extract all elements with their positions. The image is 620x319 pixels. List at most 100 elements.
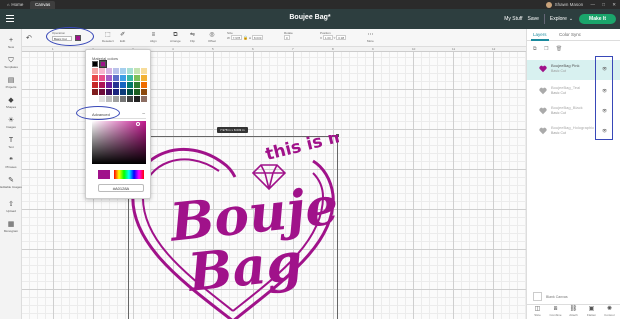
color-swatch[interactable] <box>99 68 105 74</box>
picker-cursor[interactable] <box>136 122 140 126</box>
color-swatch[interactable] <box>134 68 140 74</box>
tool-phrases[interactable]: ❝ Phrases <box>0 157 22 169</box>
chevron-down-icon[interactable]: ⌄ <box>569 16 573 22</box>
y-input[interactable]: 0.98 <box>336 35 347 40</box>
tool-shapes[interactable]: ◆ Shapes <box>0 97 22 109</box>
color-swatch[interactable] <box>92 96 98 102</box>
width-input[interactable]: 7.978 <box>230 35 243 40</box>
color-swatch[interactable] <box>134 82 140 88</box>
color-swatch-selected[interactable] <box>99 60 108 68</box>
color-swatch[interactable] <box>99 75 105 81</box>
explore-link[interactable]: Explore <box>550 16 567 22</box>
color-swatch[interactable] <box>127 89 133 95</box>
avatar[interactable] <box>545 1 552 8</box>
tab-layers[interactable]: Layers <box>533 32 547 37</box>
group-icon[interactable]: ⧉ <box>533 46 537 52</box>
color-swatch[interactable] <box>120 96 126 102</box>
minimize-icon[interactable]: — <box>590 2 595 7</box>
color-swatch[interactable] <box>113 75 119 81</box>
duplicate-icon[interactable]: ❐ <box>544 46 548 52</box>
tool-editable-images[interactable]: ✎ Editable Images <box>0 177 22 189</box>
tool-images[interactable]: ☀ Images <box>0 117 22 129</box>
color-swatch-black[interactable] <box>92 61 98 67</box>
boujee-bag-design[interactable]: this is my Boujee Bag <box>127 135 339 319</box>
flatten-button[interactable]: ▣ Flatten <box>584 306 599 317</box>
arrange-button[interactable]: ⧉ Arrange <box>170 31 181 43</box>
color-swatch[interactable] <box>120 75 126 81</box>
x-input[interactable]: 1.00 <box>322 35 333 40</box>
undo-icon[interactable]: ↶ <box>26 34 32 42</box>
color-swatch[interactable] <box>134 96 140 102</box>
color-swatch[interactable] <box>92 68 98 74</box>
rotate-input[interactable]: 0 <box>284 35 290 40</box>
attach-button[interactable]: ⛓ Attach <box>566 306 581 317</box>
align-button[interactable]: ≡ Align <box>150 31 157 43</box>
tab-color-sync[interactable]: Color Sync <box>559 32 581 37</box>
trash-icon[interactable]: 🗑 <box>556 46 562 52</box>
color-swatch[interactable] <box>134 75 140 81</box>
ruler-tick: 11 <box>452 47 456 51</box>
hex-input[interactable]: #A0128A <box>98 184 144 192</box>
color-swatch[interactable] <box>141 89 147 95</box>
contour-button[interactable]: ✺ Contour <box>602 306 617 317</box>
shapes-icon: ◆ <box>8 97 14 104</box>
color-swatch[interactable] <box>113 82 119 88</box>
flip-button[interactable]: ⇋ Flip <box>190 31 195 43</box>
blank-canvas-swatch[interactable] <box>533 292 542 301</box>
offset-button[interactable]: ◎ Offset <box>208 31 216 43</box>
collapse-icon[interactable]: – <box>142 111 145 117</box>
color-swatch[interactable] <box>141 75 147 81</box>
ruler-tick: 7 <box>292 47 294 51</box>
color-swatch[interactable] <box>106 68 112 74</box>
tool-templates[interactable]: ⛉ Templates <box>0 57 22 69</box>
color-swatch[interactable] <box>127 68 133 74</box>
combine-button[interactable]: ⧈ Combine <box>548 306 563 317</box>
tool-upload[interactable]: ⇧ Upload <box>0 201 22 213</box>
color-swatch[interactable] <box>113 68 119 74</box>
lightbulb-icon: ☀ <box>7 117 15 124</box>
saturation-picker[interactable] <box>92 121 146 164</box>
color-swatch[interactable] <box>106 82 112 88</box>
color-swatch[interactable] <box>134 89 140 95</box>
color-swatch[interactable] <box>120 89 126 95</box>
hue-slider[interactable] <box>114 170 144 179</box>
make-it-button[interactable]: Make It <box>579 14 616 24</box>
slice-button[interactable]: ◫ Slice <box>530 306 545 317</box>
color-swatch[interactable] <box>92 89 98 95</box>
tool-projects[interactable]: ▤ Projects <box>0 77 22 89</box>
color-swatch[interactable] <box>106 96 112 102</box>
tab-canvas[interactable]: Canvas <box>30 1 56 9</box>
tool-text[interactable]: T Text <box>0 137 22 149</box>
close-icon[interactable]: ✕ <box>612 2 616 7</box>
color-swatch[interactable] <box>141 96 147 102</box>
color-swatch[interactable] <box>106 75 112 81</box>
more-button[interactable]: ⋯ More <box>367 31 374 43</box>
attach-icon: ⛓ <box>569 306 578 312</box>
color-swatch[interactable] <box>113 96 119 102</box>
color-swatch[interactable] <box>141 68 147 74</box>
deselect-button[interactable]: ⬚ Deselect <box>102 31 114 43</box>
color-swatch[interactable] <box>127 96 133 102</box>
color-swatch[interactable] <box>92 82 98 88</box>
blank-canvas-item[interactable]: Blank Canvas <box>533 292 615 302</box>
color-swatch[interactable] <box>120 68 126 74</box>
color-swatch[interactable] <box>99 89 105 95</box>
color-swatch[interactable] <box>92 75 98 81</box>
color-swatch[interactable] <box>141 82 147 88</box>
tab-home[interactable]: ⌂ Home <box>2 1 28 9</box>
color-swatch[interactable] <box>113 89 119 95</box>
lock-icon[interactable]: 🔒 <box>243 35 248 40</box>
color-swatch[interactable] <box>99 96 105 102</box>
color-swatch[interactable] <box>127 82 133 88</box>
save-link[interactable]: Save <box>527 16 538 22</box>
edit-button[interactable]: ✐ Edit <box>120 31 125 43</box>
tool-new[interactable]: + New <box>0 37 22 49</box>
my-stuff-link[interactable]: My Stuff <box>504 16 522 22</box>
color-swatch[interactable] <box>127 75 133 81</box>
height-input[interactable]: 8.033 <box>251 35 264 40</box>
color-swatch[interactable] <box>106 89 112 95</box>
color-swatch[interactable] <box>120 82 126 88</box>
tool-monogram[interactable]: ▦ Monogram <box>0 221 22 233</box>
maximize-icon[interactable]: □ <box>602 2 605 7</box>
color-swatch[interactable] <box>99 82 105 88</box>
